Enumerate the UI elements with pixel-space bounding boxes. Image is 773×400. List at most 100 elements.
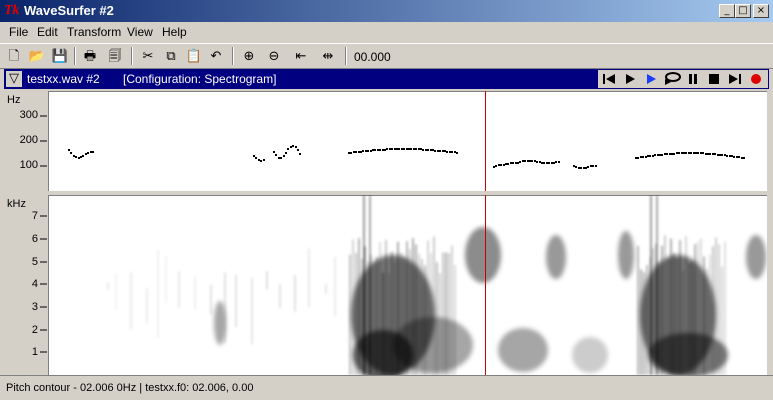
print-icon[interactable]: 🖶: [79, 46, 101, 66]
pitch-point: [355, 151, 357, 153]
pitch-point: [439, 150, 441, 152]
menu-view[interactable]: View: [127, 25, 153, 39]
pitch-point: [647, 155, 649, 157]
pitch-point: [285, 152, 287, 154]
pitch-point: [743, 157, 745, 159]
skip-to-start-icon[interactable]: [598, 70, 619, 88]
pitch-point: [578, 167, 580, 169]
save-icon[interactable]: 💾: [49, 46, 71, 66]
pitch-point: [654, 154, 656, 156]
menu-edit[interactable]: Edit: [37, 25, 58, 39]
spectral-energy: [618, 231, 634, 279]
pitch-point: [258, 159, 260, 161]
pause-icon[interactable]: [682, 70, 703, 88]
pitch-point: [592, 165, 594, 167]
cut-icon[interactable]: ✂: [137, 46, 159, 66]
frequency-tick-label: 7: [31, 210, 38, 222]
sound-filename: testxx.wav #2: [27, 72, 100, 86]
zoom-out-icon[interactable]: ⊖: [263, 46, 285, 66]
pitch-point: [451, 151, 453, 153]
stop-icon[interactable]: [703, 70, 724, 88]
pitch-point: [263, 159, 265, 161]
pitch-point: [553, 162, 555, 164]
pitch-point: [673, 153, 675, 155]
zoom-to-selection-icon[interactable]: ⇤: [290, 46, 312, 66]
zoom-fit-icon[interactable]: ⇹: [317, 46, 339, 66]
pitch-point: [299, 153, 301, 155]
pitch-point: [432, 149, 434, 151]
play-selection-icon[interactable]: [640, 70, 661, 88]
pitch-point: [541, 162, 543, 164]
status-bar: Pitch contour - 02.006 0Hz | testxx.f0: …: [0, 375, 773, 400]
pitch-point: [290, 146, 292, 148]
play-icon[interactable]: [619, 70, 640, 88]
pitch-point: [73, 155, 75, 157]
collapse-triangle-icon[interactable]: ▽: [6, 71, 22, 87]
pitch-point: [379, 149, 381, 151]
menu-transform[interactable]: Transform: [67, 25, 121, 39]
copy-icon[interactable]: ⧉: [160, 46, 182, 66]
pitch-point: [529, 160, 531, 162]
spectral-energy: [465, 227, 501, 283]
menu-file[interactable]: File: [9, 25, 28, 39]
pitch-point: [403, 148, 405, 150]
pitch-point: [367, 150, 369, 152]
pitch-point: [360, 151, 362, 153]
pitch-point: [495, 165, 497, 167]
menu-help[interactable]: Help: [162, 25, 187, 39]
pitch-point: [642, 156, 644, 158]
undo-icon[interactable]: ↶: [205, 46, 227, 66]
frequency-tick-label: 6: [31, 233, 38, 245]
pitch-point: [87, 152, 89, 154]
pitch-point: [82, 155, 84, 157]
frequency-tick-label: 4: [31, 278, 38, 290]
pitch-point: [374, 149, 376, 151]
pitch-point: [362, 150, 364, 152]
pitch-point: [712, 153, 714, 155]
pitch-point: [386, 148, 388, 150]
pitch-point: [575, 166, 577, 168]
pitch-point: [415, 148, 417, 150]
paste-icon[interactable]: 📋: [183, 46, 205, 66]
pitch-point: [430, 149, 432, 151]
close-button[interactable]: ×: [753, 4, 769, 18]
pitch-point: [283, 155, 285, 157]
pitch-point: [700, 152, 702, 154]
pitch-point: [515, 162, 517, 164]
pitch-point: [657, 154, 659, 156]
pitch-point: [280, 157, 282, 159]
new-file-icon[interactable]: 🗋: [3, 46, 25, 66]
spectral-energy: [498, 328, 548, 372]
pitch-point: [449, 151, 451, 153]
pitch-point: [717, 154, 719, 156]
pitch-point: [408, 148, 410, 150]
pitch-point: [396, 148, 398, 150]
pitch-point: [70, 152, 72, 154]
pitch-point: [645, 156, 647, 158]
pitch-point: [681, 152, 683, 154]
open-folder-icon[interactable]: 📂: [26, 46, 48, 66]
pitch-point: [503, 164, 505, 166]
pitch-point: [427, 149, 429, 151]
spectral-energy: [214, 301, 226, 345]
pitch-point: [80, 156, 82, 158]
frequency-tick-label: 2: [31, 324, 38, 336]
pitch-point: [353, 151, 355, 153]
menu-bar: File Edit Transform View Help: [0, 22, 773, 42]
spectrogram-pane[interactable]: [48, 195, 767, 375]
record-icon[interactable]: [745, 70, 766, 88]
pitch-point: [534, 160, 536, 162]
pitch-contour-pane[interactable]: [48, 91, 767, 191]
pitch-point: [377, 149, 379, 151]
pitch-point: [348, 152, 350, 154]
minimize-button[interactable]: _: [719, 4, 735, 18]
pitch-point: [583, 167, 585, 169]
properties-icon[interactable]: 🗐: [104, 46, 126, 66]
play-loop-icon[interactable]: [661, 70, 682, 88]
pitch-point: [444, 150, 446, 152]
skip-to-end-icon[interactable]: [724, 70, 745, 88]
maximize-button[interactable]: □: [735, 4, 751, 18]
pitch-point: [669, 153, 671, 155]
zoom-in-icon[interactable]: ⊕: [238, 46, 260, 66]
pitch-point: [683, 152, 685, 154]
